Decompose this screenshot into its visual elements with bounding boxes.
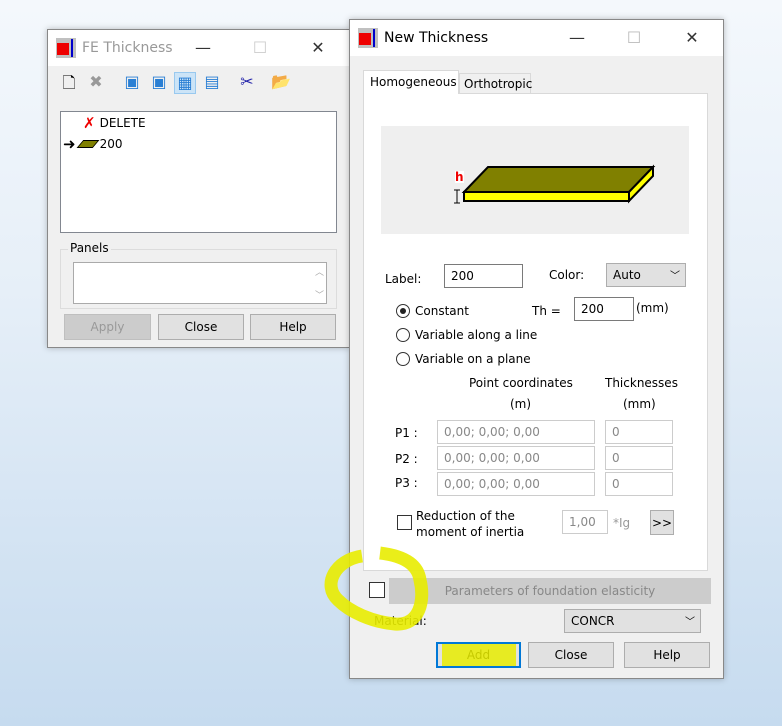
- minimize-icon[interactable]: —: [567, 28, 587, 47]
- color-value: Auto: [613, 268, 641, 282]
- p2-label: P2 :: [395, 452, 418, 466]
- p3-coords-input[interactable]: 0,00; 0,00; 0,00: [437, 472, 595, 496]
- window-title: New Thickness: [384, 30, 489, 46]
- list-item-label: 200: [99, 137, 123, 151]
- list-item[interactable]: ✗ DELETE: [83, 114, 146, 132]
- app-icon: [358, 28, 378, 48]
- color-label: Color:: [549, 268, 585, 282]
- title-bar[interactable]: FE Thickness — ☐ ✕: [48, 30, 349, 66]
- label-label: Label:: [385, 272, 422, 286]
- new-thickness-window: New Thickness — ☐ ✕ Homogeneous Orthotro…: [349, 19, 724, 679]
- constant-label: Constant: [415, 304, 469, 318]
- material-label: Material:: [374, 614, 427, 628]
- constant-radio[interactable]: [396, 304, 410, 318]
- current-arrow-icon: ➜: [63, 135, 76, 153]
- variable-line-radio[interactable]: [396, 328, 410, 342]
- label-input[interactable]: 200: [444, 264, 523, 288]
- small-icons-view-icon[interactable]: ▣: [148, 72, 170, 94]
- reduction-label: Reduction of the moment of inertia: [416, 509, 525, 539]
- panels-group: Panels ︿ ﹀: [60, 241, 337, 309]
- minimize-icon[interactable]: —: [193, 38, 213, 57]
- panels-label: Panels: [68, 241, 111, 255]
- chevron-down-icon: ﹀: [685, 617, 695, 628]
- reduction-checkbox[interactable]: [397, 515, 412, 530]
- close-button[interactable]: Close: [158, 314, 244, 340]
- red-x-icon: ✗: [83, 114, 96, 132]
- apply-button[interactable]: Apply: [64, 314, 151, 340]
- list-item[interactable]: ➜ 200: [63, 135, 123, 153]
- p1-coords-input[interactable]: 0,00; 0,00; 0,00: [437, 420, 595, 444]
- list-view-icon[interactable]: ▦: [174, 72, 196, 94]
- th-label: Th =: [532, 304, 561, 318]
- close-button[interactable]: Close: [528, 642, 614, 668]
- reduction-input[interactable]: 1,00: [562, 510, 608, 534]
- p1-label: P1 :: [395, 426, 418, 440]
- new-icon[interactable]: 🗋: [58, 72, 80, 94]
- maximize-icon[interactable]: ☐: [624, 28, 644, 47]
- folder-icon[interactable]: 📂: [270, 72, 292, 94]
- window-title: FE Thickness: [82, 40, 173, 56]
- close-icon[interactable]: ✕: [308, 38, 328, 57]
- thicknesses-header: Thicknesses: [605, 376, 678, 390]
- help-button[interactable]: Help: [250, 314, 336, 340]
- help-button[interactable]: Help: [624, 642, 710, 668]
- variable-plane-label: Variable on a plane: [415, 352, 531, 366]
- details-view-icon[interactable]: ▤: [201, 72, 223, 94]
- th-input[interactable]: 200: [574, 297, 634, 321]
- maximize-icon[interactable]: ☐: [250, 38, 270, 57]
- point-coords-header: Point coordinates: [469, 376, 573, 390]
- p3-thickness-input[interactable]: 0: [605, 472, 673, 496]
- close-icon[interactable]: ✕: [682, 28, 702, 47]
- p3-label: P3 :: [395, 476, 418, 490]
- title-bar[interactable]: New Thickness — ☐ ✕: [350, 20, 723, 56]
- add-button[interactable]: Add: [436, 642, 521, 668]
- variable-line-label: Variable along a line: [415, 328, 538, 342]
- chevron-down-icon: ﹀: [670, 271, 680, 282]
- h-label: h: [455, 170, 464, 184]
- p2-thickness-input[interactable]: 0: [605, 446, 673, 470]
- app-icon: [56, 38, 76, 58]
- p1-thickness-input[interactable]: 0: [605, 420, 673, 444]
- panels-input[interactable]: ︿ ﹀: [73, 262, 327, 304]
- large-icons-view-icon[interactable]: ▣: [121, 72, 143, 94]
- thickness-diagram: h: [381, 126, 689, 234]
- m-unit: (m): [510, 397, 532, 411]
- th-unit: (mm): [636, 301, 669, 315]
- color-select[interactable]: Auto ﹀: [606, 263, 686, 287]
- more-button[interactable]: >>: [650, 510, 674, 535]
- material-value: CONCR: [571, 614, 615, 628]
- slab-icon: [76, 140, 99, 148]
- list-item-label: DELETE: [99, 116, 146, 130]
- scissors-icon[interactable]: ✂: [236, 72, 258, 94]
- foundation-button[interactable]: Parameters of foundation elasticity: [389, 578, 711, 604]
- material-select[interactable]: CONCR ﹀: [564, 609, 701, 633]
- scroll-up-icon[interactable]: ︿: [315, 265, 324, 278]
- delete-icon[interactable]: ✖: [85, 72, 107, 94]
- foundation-checkbox[interactable]: [369, 582, 385, 598]
- tab-orthotropic[interactable]: Orthotropic: [459, 73, 532, 94]
- tab-homogeneous[interactable]: Homogeneous: [363, 70, 459, 94]
- thickness-list[interactable]: ✗ DELETE ➜ 200: [60, 111, 337, 233]
- ig-label: *Ig: [613, 516, 631, 530]
- mm-unit: (mm): [623, 397, 656, 411]
- p2-coords-input[interactable]: 0,00; 0,00; 0,00: [437, 446, 595, 470]
- scroll-down-icon[interactable]: ﹀: [315, 288, 324, 301]
- variable-plane-radio[interactable]: [396, 352, 410, 366]
- fe-thickness-window: FE Thickness — ☐ ✕ 🗋 ✖ ▣ ▣ ▦ ▤ ✂ 📂 ✗ DEL…: [47, 29, 350, 348]
